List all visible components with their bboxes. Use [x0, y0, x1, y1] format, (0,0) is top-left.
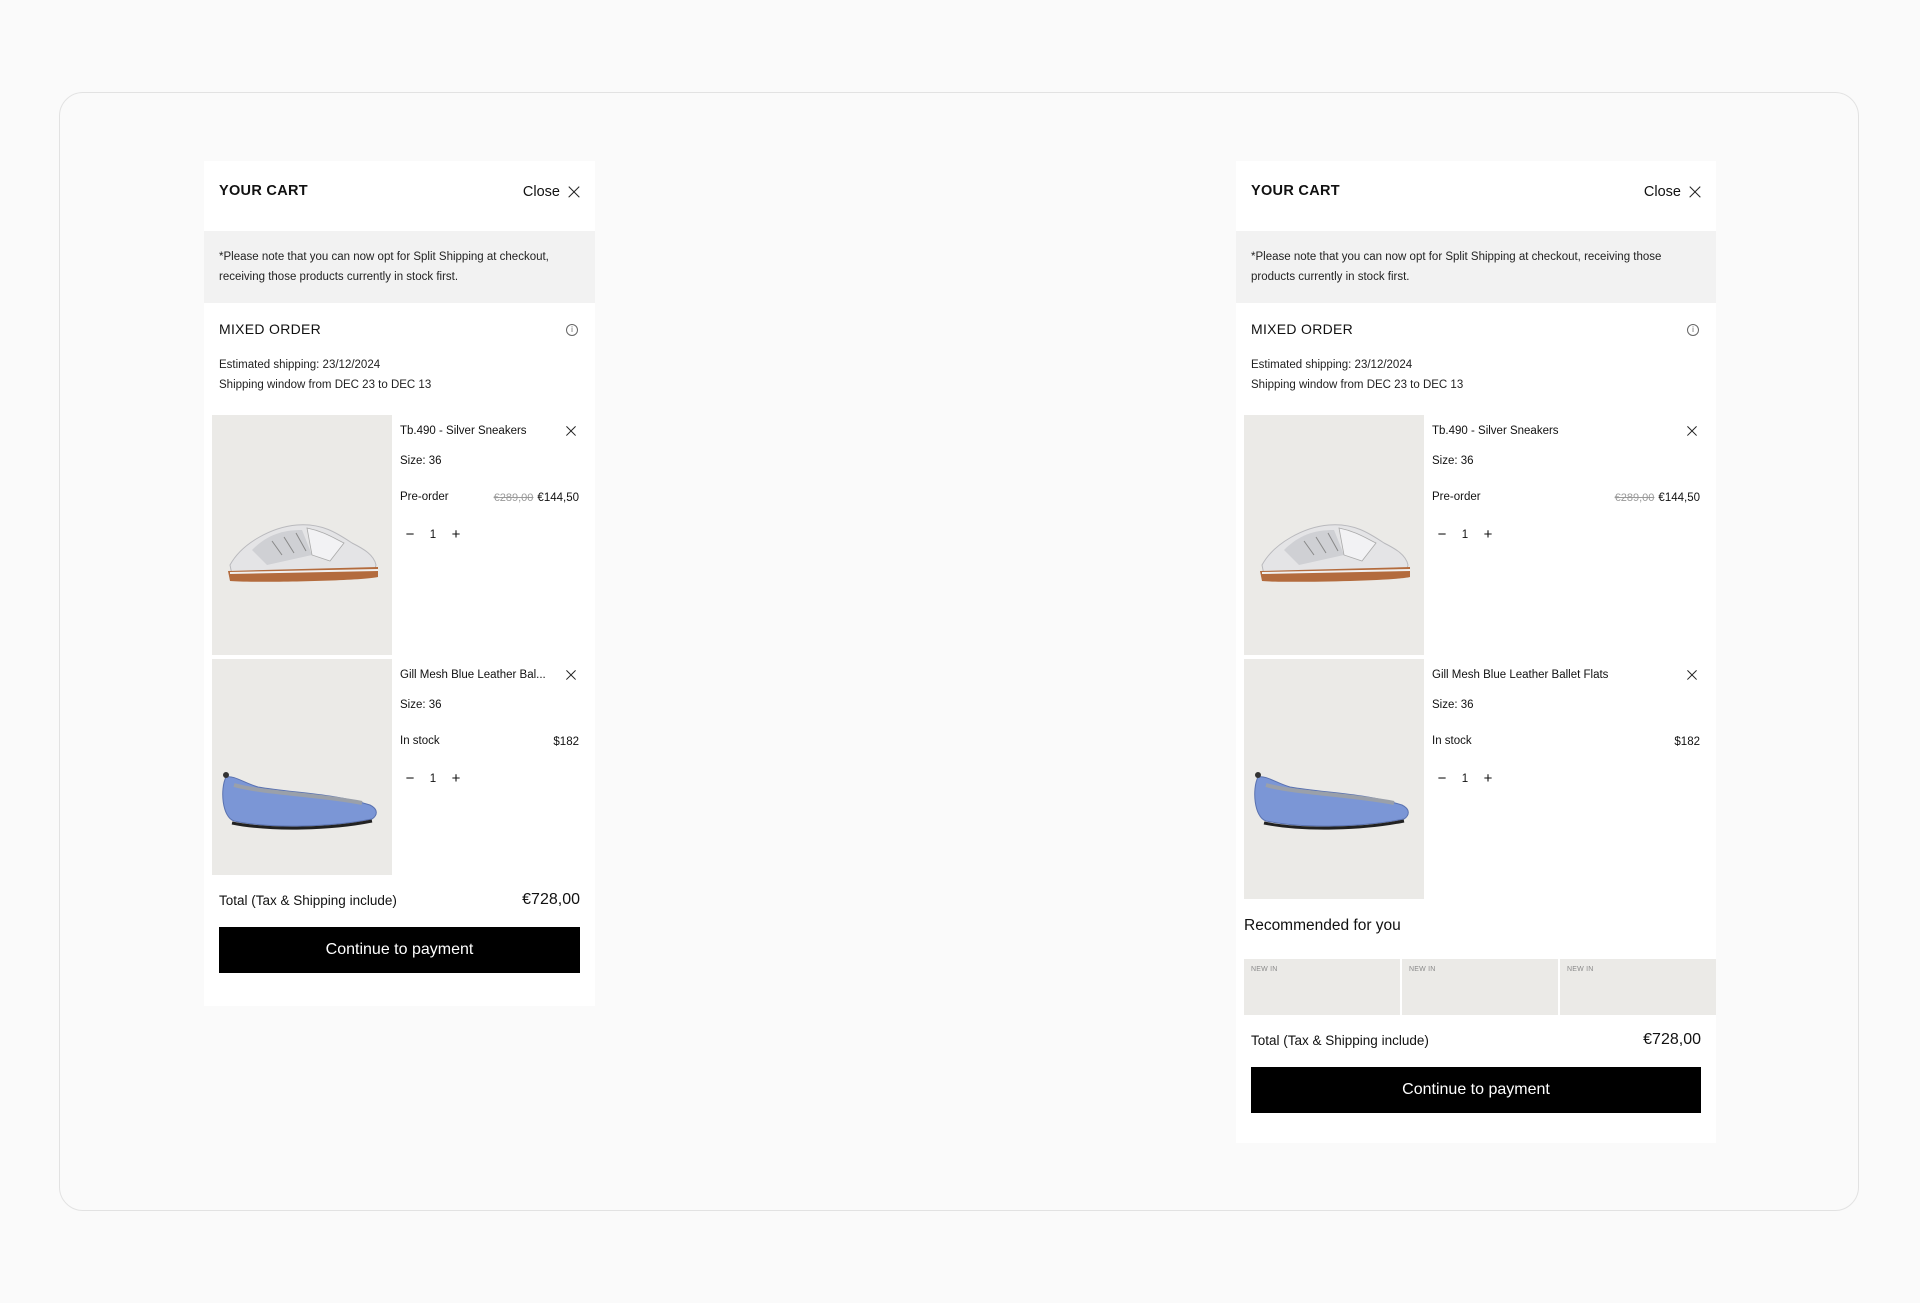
split-shipping-notice: *Please note that you can now opt for Sp…	[1236, 231, 1716, 303]
shipping-window: Shipping window from DEC 23 to DEC 13	[219, 379, 432, 391]
info-icon[interactable]: i	[1687, 324, 1699, 336]
qty-minus-button[interactable]: −	[400, 527, 420, 543]
cart-total: Total (Tax & Shipping include) €728,00	[1251, 1031, 1701, 1053]
notice-text: *Please note that you can now opt for Sp…	[219, 251, 549, 283]
silver-sneaker-image	[212, 415, 392, 655]
current-price: $182	[1674, 736, 1700, 748]
product-name[interactable]: Gill Mesh Blue Leather Bal...	[400, 669, 555, 681]
silver-sneaker-image	[1244, 415, 1424, 655]
blue-ballet-flat-image	[1244, 659, 1424, 899]
current-price: €144,50	[1658, 492, 1700, 504]
current-price: $182	[553, 736, 579, 748]
cart-panel-expanded: YOUR CART Close *Please note that you ca…	[1236, 161, 1716, 1143]
cart-header: YOUR CART Close	[1251, 183, 1701, 207]
cart-item: Gill Mesh Blue Leather Ballet Flats Size…	[1244, 659, 1716, 899]
cart-header: YOUR CART Close	[219, 183, 580, 207]
item-price: $182	[1674, 736, 1700, 748]
qty-value: 1	[1461, 773, 1469, 785]
product-name[interactable]: Gill Mesh Blue Leather Ballet Flats	[1432, 669, 1676, 681]
cart-item: Gill Mesh Blue Leather Bal... Size: 36 I…	[212, 659, 595, 875]
quantity-stepper: − 1 +	[1432, 527, 1498, 543]
continue-to-payment-button[interactable]: Continue to payment	[219, 927, 580, 973]
split-shipping-notice: *Please note that you can now opt for Sp…	[204, 231, 595, 303]
estimated-shipping: Estimated shipping: 23/12/2024	[1251, 359, 1413, 371]
cart-panel-compact: YOUR CART Close *Please note that you ca…	[204, 161, 595, 1006]
estimated-shipping: Estimated shipping: 23/12/2024	[219, 359, 381, 371]
shipping-window: Shipping window from DEC 23 to DEC 13	[1251, 379, 1464, 391]
item-size: Size: 36	[1432, 455, 1474, 467]
section-label: MIXED ORDER	[1251, 321, 1354, 337]
qty-plus-button[interactable]: +	[446, 771, 466, 787]
current-price: €144,50	[537, 492, 579, 504]
remove-item-button[interactable]	[565, 425, 577, 437]
item-size: Size: 36	[1432, 699, 1474, 711]
continue-to-payment-button[interactable]: Continue to payment	[1251, 1067, 1701, 1113]
qty-value: 1	[1461, 529, 1469, 541]
cart-item: Tb.490 - Silver Sneakers Size: 36 Pre-or…	[1244, 415, 1716, 655]
item-status: Pre-order	[400, 491, 449, 503]
total-label: Total (Tax & Shipping include)	[219, 893, 397, 908]
close-label: Close	[522, 184, 560, 200]
qty-plus-button[interactable]: +	[446, 527, 466, 543]
item-size: Size: 36	[400, 455, 442, 467]
cart-item: Tb.490 - Silver Sneakers Size: 36 Pre-or…	[212, 415, 595, 655]
item-status: Pre-order	[1432, 491, 1481, 503]
product-name[interactable]: Tb.490 - Silver Sneakers	[400, 425, 555, 437]
new-in-badge: NEW IN	[1251, 966, 1278, 973]
product-name[interactable]: Tb.490 - Silver Sneakers	[1432, 425, 1676, 437]
recommended-title: Recommended for you	[1244, 917, 1401, 934]
quantity-stepper: − 1 +	[1432, 771, 1498, 787]
section-label: MIXED ORDER	[219, 321, 322, 337]
item-size: Size: 36	[400, 699, 442, 711]
close-label: Close	[1643, 184, 1681, 200]
item-status: In stock	[400, 735, 440, 747]
old-price: €289,00	[493, 492, 534, 504]
notice-text: *Please note that you can now opt for Sp…	[1251, 251, 1662, 283]
recommended-carousel: NEW IN NEW IN NEW IN	[1244, 959, 1716, 1015]
item-price: $182	[553, 736, 579, 748]
qty-minus-button[interactable]: −	[400, 771, 420, 787]
close-button[interactable]: Close	[1644, 184, 1701, 200]
new-in-badge: NEW IN	[1409, 966, 1436, 973]
item-status: In stock	[1432, 735, 1472, 747]
total-value: €728,00	[522, 891, 580, 908]
close-button[interactable]: Close	[523, 184, 580, 200]
new-in-badge: NEW IN	[1567, 966, 1594, 973]
item-price: €289,00 €144,50	[494, 492, 579, 504]
qty-minus-button[interactable]: −	[1432, 527, 1452, 543]
cart-title: YOUR CART	[1251, 183, 1340, 199]
close-icon	[1689, 186, 1701, 198]
cart-title: YOUR CART	[219, 183, 308, 199]
qty-value: 1	[429, 773, 437, 785]
quantity-stepper: − 1 +	[400, 527, 466, 543]
close-icon	[568, 186, 580, 198]
blue-ballet-flat-image	[212, 659, 392, 875]
qty-plus-button[interactable]: +	[1478, 527, 1498, 543]
shipping-info: Estimated shipping: 23/12/2024 Shipping …	[219, 355, 580, 395]
old-price: €289,00	[1614, 492, 1655, 504]
recommended-card[interactable]: NEW IN	[1402, 959, 1558, 1015]
remove-item-button[interactable]	[565, 669, 577, 681]
shipping-info: Estimated shipping: 23/12/2024 Shipping …	[1251, 355, 1701, 395]
mixed-order-header: MIXED ORDER i	[1251, 321, 1701, 341]
remove-item-button[interactable]	[1686, 669, 1698, 681]
total-value: €728,00	[1643, 1031, 1701, 1048]
remove-item-button[interactable]	[1686, 425, 1698, 437]
info-icon[interactable]: i	[566, 324, 578, 336]
qty-plus-button[interactable]: +	[1478, 771, 1498, 787]
mixed-order-header: MIXED ORDER i	[219, 321, 580, 341]
qty-value: 1	[429, 529, 437, 541]
quantity-stepper: − 1 +	[400, 771, 466, 787]
recommended-card[interactable]: NEW IN	[1560, 959, 1716, 1015]
cart-total: Total (Tax & Shipping include) €728,00	[219, 891, 580, 913]
recommended-card[interactable]: NEW IN	[1244, 959, 1400, 1015]
item-price: €289,00 €144,50	[1615, 492, 1700, 504]
total-label: Total (Tax & Shipping include)	[1251, 1033, 1429, 1048]
qty-minus-button[interactable]: −	[1432, 771, 1452, 787]
